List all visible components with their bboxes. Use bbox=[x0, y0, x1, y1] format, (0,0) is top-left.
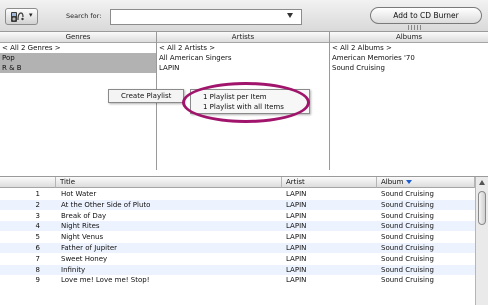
track-album: Sound Cruising bbox=[381, 254, 434, 263]
track-title: Hot Water bbox=[61, 190, 97, 198]
column-header-album-label: Album bbox=[381, 178, 404, 186]
genre-item[interactable]: < All 2 Genres > bbox=[0, 43, 156, 53]
track-album: Sound Cruising bbox=[381, 233, 434, 242]
track-artist: LAPIN bbox=[286, 190, 307, 198]
genre-item[interactable]: R & B bbox=[0, 63, 156, 73]
track-title: Night Venus bbox=[61, 233, 104, 242]
ipod-headphones-icon bbox=[11, 12, 24, 22]
track-title: Father of Jupiter bbox=[61, 244, 118, 252]
chevron-down-icon: ▾ bbox=[29, 11, 33, 19]
track-album: Sound Cruising bbox=[381, 244, 434, 252]
track-number: 4 bbox=[35, 222, 40, 231]
album-item[interactable]: < All 2 Albums > bbox=[330, 43, 488, 53]
albums-pane: Albums < All 2 Albums > American Memorie… bbox=[330, 32, 488, 170]
search-label: Search for: bbox=[66, 12, 102, 20]
sort-descending-icon bbox=[406, 180, 413, 184]
highlight-ring-annotation bbox=[182, 82, 310, 123]
artists-header[interactable]: Artists bbox=[157, 32, 329, 43]
album-item[interactable]: American Memories '70 bbox=[330, 53, 488, 63]
genre-item[interactable]: Pop bbox=[0, 53, 156, 63]
track-album: Sound Cruising bbox=[381, 222, 434, 231]
track-album: Sound Cruising bbox=[381, 190, 434, 198]
column-header-number[interactable] bbox=[0, 177, 56, 188]
search-input[interactable] bbox=[113, 11, 283, 23]
track-title: Love me! Love me! Stop! bbox=[61, 276, 150, 285]
column-header-album[interactable]: Album bbox=[377, 177, 475, 188]
track-title: Night Rites bbox=[61, 222, 100, 231]
search-dropdown-icon[interactable] bbox=[287, 13, 293, 18]
table-row[interactable]: 1 Hot Water LAPIN Sound Cruising bbox=[0, 189, 475, 199]
track-number: 1 bbox=[35, 190, 40, 198]
table-row[interactable]: 6 Father of Jupiter LAPIN Sound Cruising bbox=[0, 243, 475, 253]
track-number: 5 bbox=[35, 233, 40, 242]
table-row[interactable]: 9 Love me! Love me! Stop! LAPIN Sound Cruis… bbox=[0, 275, 475, 285]
track-title: Infinity bbox=[61, 265, 86, 274]
add-to-cd-burner-button[interactable]: Add to CD Burner bbox=[370, 7, 482, 24]
track-album: Sound Cruising bbox=[381, 265, 434, 274]
track-artist: LAPIN bbox=[286, 222, 307, 231]
track-album: Sound Cruising bbox=[381, 200, 434, 209]
search-field[interactable] bbox=[110, 9, 302, 25]
track-artist: LAPIN bbox=[286, 200, 307, 209]
track-artist: LAPIN bbox=[286, 265, 307, 274]
track-title: Break of Day bbox=[61, 211, 107, 220]
table-row[interactable]: 2 At the Other Side of Pluto LAPIN Sound Cr… bbox=[0, 199, 475, 210]
track-title: Sweet Honey bbox=[61, 254, 108, 263]
albums-header[interactable]: Albums bbox=[330, 32, 488, 43]
track-number: 7 bbox=[35, 254, 40, 263]
track-list: Title Artist Album 1 Hot Water LAPIN Sound … bbox=[0, 176, 488, 305]
table-row[interactable]: 4 Night Rites LAPIN Sound Cruising bbox=[0, 221, 475, 232]
toolbar: ▾ Search for: Add to CD Burner bbox=[0, 0, 488, 32]
table-row[interactable]: 3 Break of Day LAPIN Sound Cruising bbox=[0, 211, 475, 221]
track-number: 9 bbox=[35, 276, 40, 285]
context-menu-create-playlist[interactable]: Create Playlist bbox=[108, 89, 184, 103]
library-selector-button[interactable]: ▾ bbox=[5, 8, 38, 25]
scrollbar-thumb[interactable] bbox=[478, 191, 486, 225]
track-artist: LAPIN bbox=[286, 276, 307, 285]
track-number: 8 bbox=[35, 265, 40, 274]
track-album: Sound Cruising bbox=[381, 211, 434, 220]
track-album: Sound Cruising bbox=[381, 276, 434, 285]
track-artist: LAPIN bbox=[286, 244, 307, 252]
genres-header[interactable]: Genres bbox=[0, 32, 156, 43]
column-header-title[interactable]: Title bbox=[56, 177, 282, 188]
track-artist: LAPIN bbox=[286, 233, 307, 242]
track-artist: LAPIN bbox=[286, 211, 307, 220]
artist-item[interactable]: All American Singers bbox=[157, 53, 329, 63]
vertical-scrollbar[interactable] bbox=[475, 177, 488, 305]
artist-item[interactable]: < All 2 Artists > bbox=[157, 43, 329, 53]
column-header-artist[interactable]: Artist bbox=[282, 177, 377, 188]
track-artist: LAPIN bbox=[286, 254, 307, 263]
track-title: At the Other Side of Pluto bbox=[61, 200, 151, 209]
table-row[interactable]: 5 Night Venus LAPIN Sound Cruising bbox=[0, 232, 475, 242]
track-number: 2 bbox=[35, 200, 40, 209]
track-number: 3 bbox=[35, 211, 40, 220]
album-item[interactable]: Sound Cruising bbox=[330, 63, 488, 73]
scroll-up-icon[interactable] bbox=[479, 180, 485, 185]
track-number: 6 bbox=[35, 244, 40, 252]
table-row[interactable]: 7 Sweet Honey LAPIN Sound Cruising bbox=[0, 254, 475, 264]
artist-item[interactable]: LAPIN bbox=[157, 63, 329, 73]
table-row[interactable]: 8 Infinity LAPIN Sound Cruising bbox=[0, 264, 475, 275]
resize-grip[interactable] bbox=[408, 25, 422, 30]
